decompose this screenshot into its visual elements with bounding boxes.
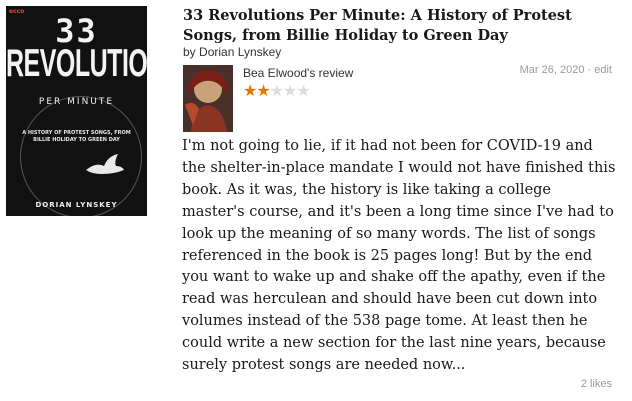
by-prefix: by bbox=[183, 45, 196, 59]
cover-title-sub: PER MINUTE bbox=[38, 97, 115, 107]
reviewer-link[interactable]: Bea Elwood bbox=[243, 66, 307, 80]
review-text: I'm not going to lie, if it had not been… bbox=[182, 138, 616, 374]
cover-title-word: REVOLUTIONS bbox=[6, 42, 147, 86]
book-title-link[interactable]: 33 Revolutions Per Minute: A History of … bbox=[183, 6, 623, 46]
review-meta: Mar 26, 2020 · edit bbox=[520, 64, 612, 76]
likes-link[interactable]: 2 likes bbox=[581, 378, 612, 390]
star-icon: ★ bbox=[296, 81, 310, 100]
cover-author: DORIAN LYNSKEY bbox=[35, 201, 118, 209]
reviewer-suffix: 's review bbox=[307, 66, 354, 80]
cover-subtitle: A HISTORY OF PROTEST SONGS, FROM BILLIE … bbox=[22, 130, 131, 143]
star-icon: ★ bbox=[256, 81, 270, 100]
byline: by Dorian Lynskey bbox=[183, 45, 281, 59]
star-icon: ★ bbox=[283, 81, 297, 100]
star-rating: ★★★★★ bbox=[243, 81, 311, 100]
edit-link[interactable]: edit bbox=[594, 64, 612, 76]
book-cover[interactable]: ecco 33 REVOLUTIONS PER MINUTE A HISTORY… bbox=[6, 6, 147, 216]
meta-separator: · bbox=[587, 64, 592, 76]
star-icon: ★ bbox=[269, 81, 284, 100]
avatar[interactable] bbox=[183, 65, 233, 132]
author-link[interactable]: Dorian Lynskey bbox=[199, 45, 281, 59]
review-date-link[interactable]: Mar 26, 2020 bbox=[520, 64, 585, 76]
star-icon: ★ bbox=[243, 81, 257, 100]
dove-icon bbox=[86, 154, 124, 174]
reviewer-heading: Bea Elwood's review bbox=[243, 66, 353, 80]
avatar-image bbox=[183, 65, 233, 132]
